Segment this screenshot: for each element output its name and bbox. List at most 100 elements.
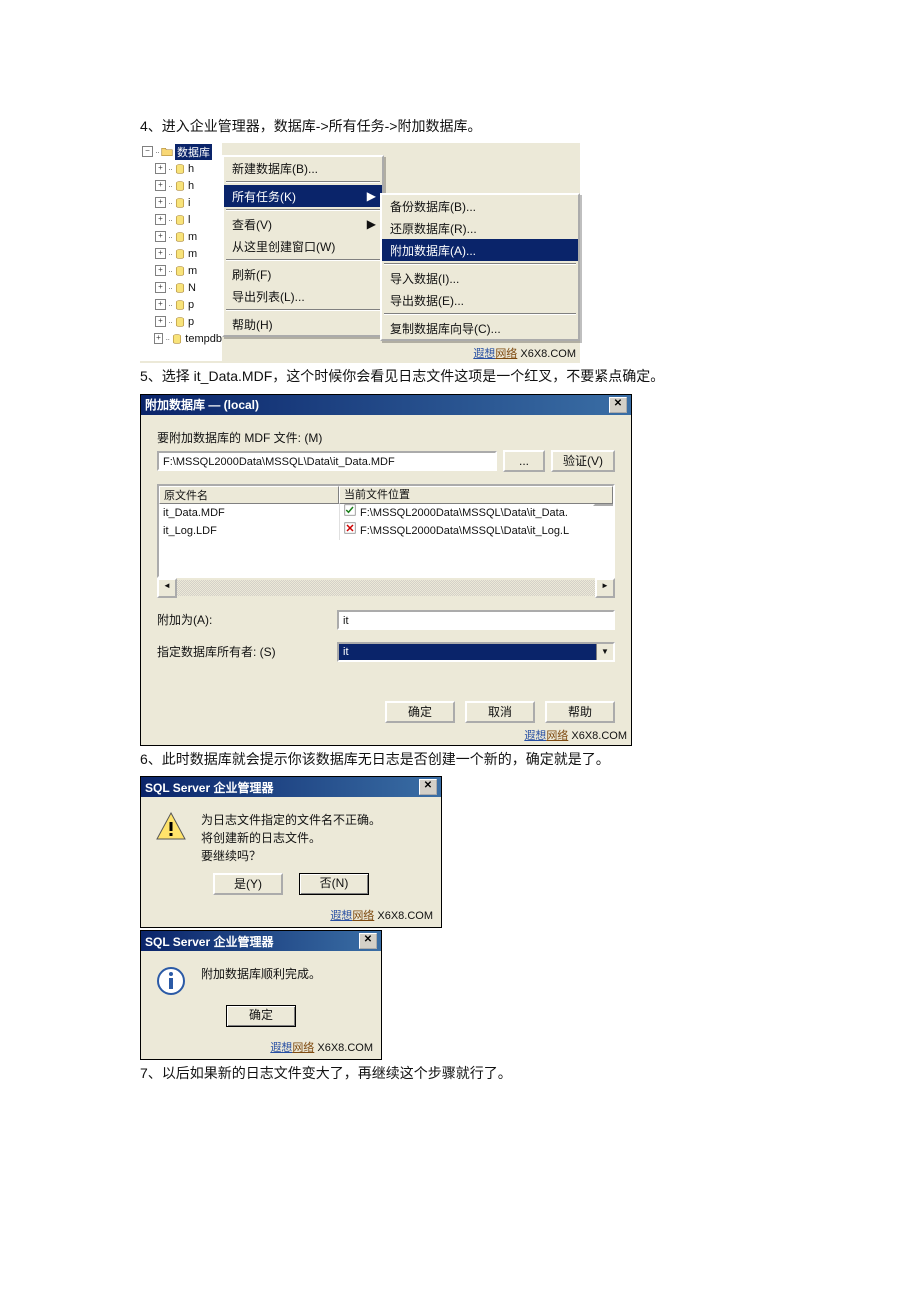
menu-item[interactable]: 从这里创建窗口(W) [224, 235, 382, 257]
database-icon [174, 214, 186, 226]
titlebar[interactable]: SQL Server 企业管理器 ✕ [141, 931, 381, 951]
help-button[interactable]: 帮助 [545, 701, 615, 723]
database-icon [174, 231, 186, 243]
database-icon [174, 248, 186, 260]
tree-item[interactable]: +··tempdb [140, 330, 222, 347]
horizontal-scrollbar[interactable]: ◄ ► [157, 578, 615, 598]
expand-icon[interactable]: + [155, 316, 166, 327]
expand-icon[interactable]: + [155, 180, 166, 191]
expand-icon[interactable]: + [155, 265, 166, 276]
tree-view[interactable]: − ·· 数据库 +··h+··h+··i+··l+··m+··m+··m+··… [140, 143, 222, 361]
tree-item[interactable]: +··i [140, 194, 222, 211]
menu-item[interactable]: 刷新(F) [224, 263, 382, 285]
tree-item[interactable]: +··m [140, 228, 222, 245]
database-icon [174, 316, 186, 328]
col-orig-header[interactable]: 原文件名 [159, 486, 339, 504]
tree-root-row[interactable]: − ·· 数据库 [140, 143, 222, 160]
menu-item[interactable]: 帮助(H) [224, 313, 382, 335]
expand-icon[interactable]: + [155, 197, 166, 208]
menu-item[interactable]: 所有任务(K)▶ [224, 185, 382, 207]
owner-combo[interactable]: it ▼ [337, 642, 615, 662]
menu-item[interactable]: 备份数据库(B)... [382, 195, 578, 217]
step6-text: 6、此时数据库就会提示你该数据库无日志是否创建一个新的，确定就是了。 [140, 748, 780, 770]
dialog-title: SQL Server 企业管理器 [145, 933, 274, 950]
expand-icon[interactable]: + [155, 248, 166, 259]
no-button[interactable]: 否(N) [299, 873, 369, 895]
col-loc-header[interactable]: 当前文件位置 [339, 486, 613, 504]
close-icon[interactable]: ✕ [419, 779, 437, 795]
step7-text: 7、以后如果新的日志文件变大了，再继续这个步骤就行了。 [140, 1062, 780, 1084]
close-icon[interactable]: ✕ [359, 933, 377, 949]
attach-as-label: 附加为(A): [157, 611, 337, 628]
database-icon [174, 163, 186, 175]
database-icon [174, 299, 186, 311]
check-icon [344, 504, 356, 522]
watermark: 遐想网络 X6X8.COM [524, 727, 627, 743]
dialog-title: SQL Server 企业管理器 [145, 779, 274, 796]
warning-icon [155, 811, 187, 843]
tree-item[interactable]: +··h [140, 160, 222, 177]
info-messagebox: SQL Server 企业管理器 ✕ 附加数据库顺利完成。 确定 遐想网络 X6… [140, 930, 382, 1060]
menu-item[interactable]: 导出数据(E)... [382, 289, 578, 311]
close-icon[interactable]: ✕ [609, 397, 627, 413]
watermark: 遐想网络 X6X8.COM [137, 907, 437, 925]
context-menu-1[interactable]: 新建数据库(B)... 所有任务(K)▶ 查看(V)▶从这里创建窗口(W) 刷新(F)… [222, 155, 384, 337]
collapse-icon[interactable]: − [142, 146, 153, 157]
menu-item[interactable]: 查看(V)▶ [224, 213, 382, 235]
titlebar[interactable]: SQL Server 企业管理器 ✕ [141, 777, 441, 797]
context-menu-2[interactable]: 备份数据库(B)...还原数据库(R)...附加数据库(A)... 导入数据(I)… [380, 193, 580, 341]
expand-icon[interactable]: + [155, 282, 166, 293]
x-icon [344, 522, 356, 540]
yes-button[interactable]: 是(Y) [213, 873, 283, 895]
scroll-left-icon[interactable]: ◄ [157, 578, 177, 598]
mdf-path-input[interactable]: F:\MSSQL2000Data\MSSQL\Data\it_Data.MDF [157, 451, 497, 471]
menu-item[interactable]: 导入数据(I)... [382, 267, 578, 289]
database-icon [174, 197, 186, 209]
message-text: 附加数据库顺利完成。 [201, 965, 321, 997]
tree-item[interactable]: +··l [140, 211, 222, 228]
cancel-button[interactable]: 取消 [465, 701, 535, 723]
attach-as-input[interactable]: it [337, 610, 615, 630]
menu-item[interactable]: 导出列表(L)... [224, 285, 382, 307]
expand-icon[interactable]: + [155, 299, 166, 310]
database-icon [174, 282, 186, 294]
table-row[interactable]: it_Data.MDFF:\MSSQL2000Data\MSSQL\Data\i… [159, 504, 613, 522]
tree-root-label[interactable]: 数据库 [175, 144, 212, 160]
files-grid[interactable]: ▲ 原文件名 当前文件位置 it_Data.MDFF:\MSSQL2000Dat… [157, 484, 615, 578]
menu-item[interactable]: 复制数据库向导(C)... [382, 317, 578, 339]
ok-button[interactable]: 确定 [385, 701, 455, 723]
watermark: 遐想网络 X6X8.COM [137, 1039, 377, 1057]
menu-item[interactable]: 还原数据库(R)... [382, 217, 578, 239]
submenu-arrow-icon: ▶ [367, 217, 376, 231]
tree-item[interactable]: +··p [140, 313, 222, 330]
message-text: 为日志文件指定的文件名不正确。 将创建新的日志文件。 要继续吗？ [201, 811, 381, 865]
warning-messagebox: SQL Server 企业管理器 ✕ 为日志文件指定的文件名不正确。 将创建新的… [140, 776, 442, 928]
expand-icon[interactable]: + [154, 333, 164, 344]
ok-button[interactable]: 确定 [226, 1005, 296, 1027]
titlebar[interactable]: 附加数据库 — (local) ✕ [141, 395, 631, 415]
folder-icon [161, 146, 173, 158]
expand-icon[interactable]: + [155, 231, 166, 242]
tree-item[interactable]: +··N [140, 279, 222, 296]
step5-text: 5、选择 it_Data.MDF，这个时候你会看见日志文件这项是一个红叉，不要紧… [140, 365, 780, 387]
tree-item[interactable]: +··h [140, 177, 222, 194]
menu-item[interactable]: 新建数据库(B)... [224, 157, 382, 179]
menu-item[interactable]: 附加数据库(A)... [382, 239, 578, 261]
browse-button[interactable]: ... [503, 450, 545, 472]
table-row[interactable]: it_Log.LDFF:\MSSQL2000Data\MSSQL\Data\it… [159, 522, 613, 540]
database-icon [174, 265, 186, 277]
tree-item[interactable]: +··m [140, 262, 222, 279]
owner-label: 指定数据库所有者: (S) [157, 643, 337, 660]
expand-icon[interactable]: + [155, 214, 166, 225]
expand-icon[interactable]: + [155, 163, 166, 174]
info-icon [155, 965, 187, 997]
tree-item[interactable]: +··p [140, 296, 222, 313]
chevron-down-icon[interactable]: ▼ [596, 644, 613, 660]
attach-db-dialog: 附加数据库 — (local) ✕ 要附加数据库的 MDF 文件: (M) F:… [140, 394, 632, 746]
step4-text: 4、进入企业管理器，数据库->所有任务->附加数据库。 [140, 115, 780, 137]
verify-button[interactable]: 验证(V) [551, 450, 615, 472]
screenshot-context-menu: − ·· 数据库 +··h+··h+··i+··l+··m+··m+··m+··… [140, 143, 580, 363]
watermark: 遐想网络 X6X8.COM [473, 345, 576, 361]
tree-item[interactable]: +··m [140, 245, 222, 262]
scroll-right-icon[interactable]: ► [595, 578, 615, 598]
